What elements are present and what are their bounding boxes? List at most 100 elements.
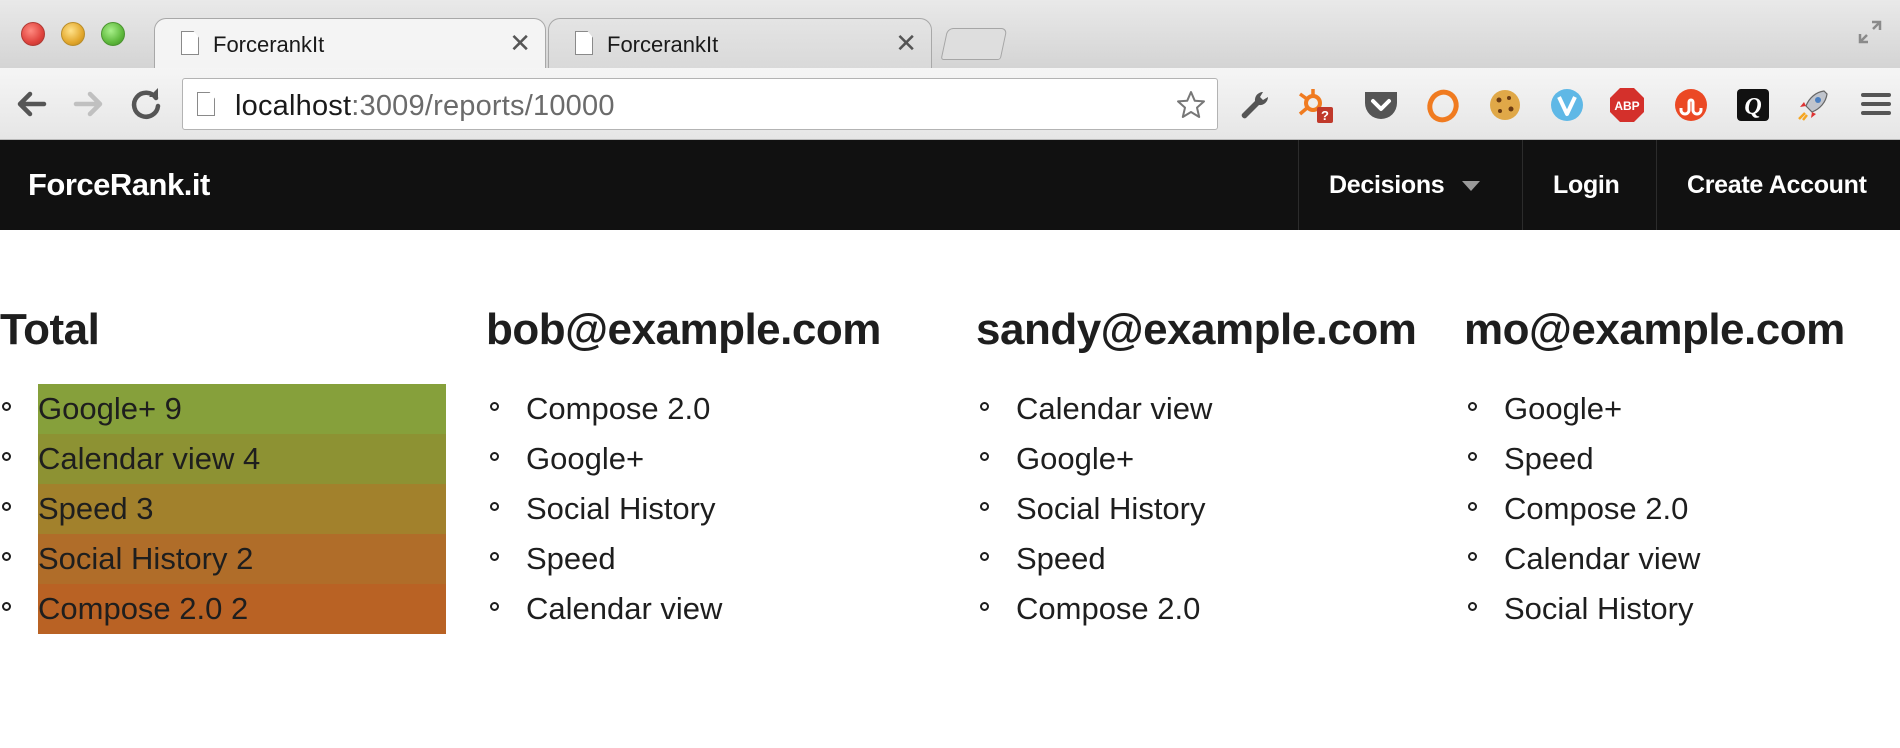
list-item: Calendar view 4 — [0, 434, 480, 484]
browser-tab-active[interactable]: ForcerankIt ✕ — [154, 18, 546, 68]
login-link[interactable]: Login — [1522, 140, 1656, 230]
ranked-list: Google+ Speed Compose 2.0 Calendar view … — [1464, 384, 1900, 634]
bullet-icon — [980, 402, 989, 411]
adblock-label: ABP — [1614, 99, 1639, 113]
bullet-icon — [1468, 602, 1477, 611]
bullet-icon — [1468, 452, 1477, 461]
item-label: Speed — [1016, 541, 1106, 576]
bullet-icon — [2, 402, 11, 411]
item-label: Compose 2.0 — [526, 391, 711, 426]
url-host: localhost — [235, 90, 352, 122]
item-label: Google+ — [526, 441, 645, 476]
column-heading: mo@example.com — [1464, 305, 1845, 354]
tab-title: ForcerankIt — [607, 32, 719, 57]
list-item: Social History — [976, 484, 1456, 534]
close-window-button[interactable] — [21, 22, 45, 46]
bullet-icon — [980, 452, 989, 461]
wrench-icon[interactable] — [1236, 86, 1274, 124]
bullet-icon — [490, 452, 499, 461]
column-heading: bob@example.com — [486, 305, 881, 354]
item-label: Social History — [1016, 491, 1206, 526]
url-text[interactable]: localhost:3009/reports/10000 — [235, 90, 615, 123]
item-label: Speed 3 — [38, 491, 154, 526]
list-item: Calendar view — [976, 384, 1456, 434]
report-column-mo: mo@example.com Google+ Speed Compose 2.0… — [1464, 302, 1900, 634]
item-label: Google+ 9 — [38, 391, 182, 426]
stumbleupon-icon[interactable] — [1672, 86, 1710, 124]
v-icon[interactable] — [1548, 86, 1586, 124]
page-icon — [181, 31, 199, 55]
app-navbar: ForceRank.it Decisions Login Create Acco… — [0, 140, 1900, 230]
pocket-icon[interactable] — [1362, 86, 1400, 124]
column-heading: sandy@example.com — [976, 305, 1417, 354]
tab-title: ForcerankIt — [213, 32, 325, 57]
list-item: Social History 2 — [0, 534, 480, 584]
list-item: Speed — [976, 534, 1456, 584]
q-icon[interactable]: Q — [1734, 86, 1772, 124]
item-label: Calendar view — [526, 591, 723, 626]
browser-tab[interactable]: ForcerankIt ✕ — [548, 18, 932, 68]
bullet-icon — [2, 502, 11, 511]
tab-close-icon[interactable]: ✕ — [509, 28, 531, 59]
list-item: Speed 3 — [0, 484, 480, 534]
create-account-link[interactable]: Create Account — [1656, 140, 1900, 230]
list-item: Compose 2.0 — [1464, 484, 1900, 534]
reload-icon[interactable] — [126, 84, 166, 124]
item-label: Compose 2.0 2 — [38, 591, 249, 626]
list-item: Google+ — [486, 434, 966, 484]
fullscreen-icon[interactable] — [1856, 18, 1884, 46]
list-item: Calendar view — [486, 584, 966, 634]
item-label: Social History — [1504, 591, 1694, 626]
adblock-plus-icon[interactable]: ABP — [1608, 86, 1646, 124]
cookie-icon[interactable] — [1486, 86, 1524, 124]
list-item: Calendar view — [1464, 534, 1900, 584]
q-label: Q — [1744, 94, 1761, 120]
page-icon — [575, 31, 593, 55]
ranked-list: Compose 2.0 Google+ Social History Speed… — [486, 384, 966, 634]
bullet-icon — [490, 602, 499, 611]
bookmark-star-icon[interactable] — [1175, 89, 1207, 121]
item-label: Speed — [526, 541, 616, 576]
list-item: Compose 2.0 — [976, 584, 1456, 634]
list-item: Compose 2.0 2 — [0, 584, 480, 634]
bullet-icon — [980, 602, 989, 611]
zoom-window-button[interactable] — [101, 22, 125, 46]
hubspot-icon[interactable]: ? — [1296, 86, 1334, 124]
decisions-dropdown[interactable]: Decisions — [1298, 140, 1522, 230]
ranked-list: Google+ 9 Calendar view 4 Speed 3 Social… — [0, 384, 480, 634]
browser-toolbar: localhost:3009/reports/10000 ? ABP Q — [0, 68, 1900, 140]
decisions-label: Decisions — [1329, 171, 1445, 199]
rocket-icon[interactable] — [1794, 86, 1832, 124]
tab-close-icon[interactable]: ✕ — [895, 28, 917, 59]
list-item: Compose 2.0 — [486, 384, 966, 434]
ranked-list: Calendar view Google+ Social History Spe… — [976, 384, 1456, 634]
item-label: Social History 2 — [38, 541, 254, 576]
bullet-icon — [2, 552, 11, 561]
list-item: Google+ — [1464, 384, 1900, 434]
bullet-icon — [980, 502, 989, 511]
list-item: Social History — [486, 484, 966, 534]
item-label: Calendar view 4 — [38, 441, 261, 476]
ring-icon[interactable] — [1424, 86, 1462, 124]
report-column-total: Total Google+ 9 Calendar view 4 Speed 3 … — [0, 302, 480, 634]
bullet-icon — [980, 552, 989, 561]
browser-tabstrip: ForcerankIt ✕ ForcerankIt ✕ — [0, 0, 1900, 68]
new-tab-button[interactable] — [940, 28, 1008, 60]
item-label: Speed — [1504, 441, 1594, 476]
minimize-window-button[interactable] — [61, 22, 85, 46]
address-bar[interactable]: localhost:3009/reports/10000 — [182, 78, 1218, 130]
item-label: Calendar view — [1016, 391, 1213, 426]
item-label: Google+ — [1504, 391, 1623, 426]
item-label: Social History — [526, 491, 716, 526]
forward-icon[interactable] — [68, 84, 108, 124]
bullet-icon — [2, 452, 11, 461]
bullet-icon — [490, 502, 499, 511]
report-column-bob: bob@example.com Compose 2.0 Google+ Soci… — [486, 302, 966, 634]
brand-link[interactable]: ForceRank.it — [28, 140, 210, 230]
bullet-icon — [490, 552, 499, 561]
caret-down-icon — [1462, 181, 1481, 192]
bullet-icon — [1468, 502, 1477, 511]
menu-icon[interactable] — [1860, 86, 1892, 122]
back-icon[interactable] — [12, 84, 52, 124]
page-icon — [197, 92, 215, 116]
